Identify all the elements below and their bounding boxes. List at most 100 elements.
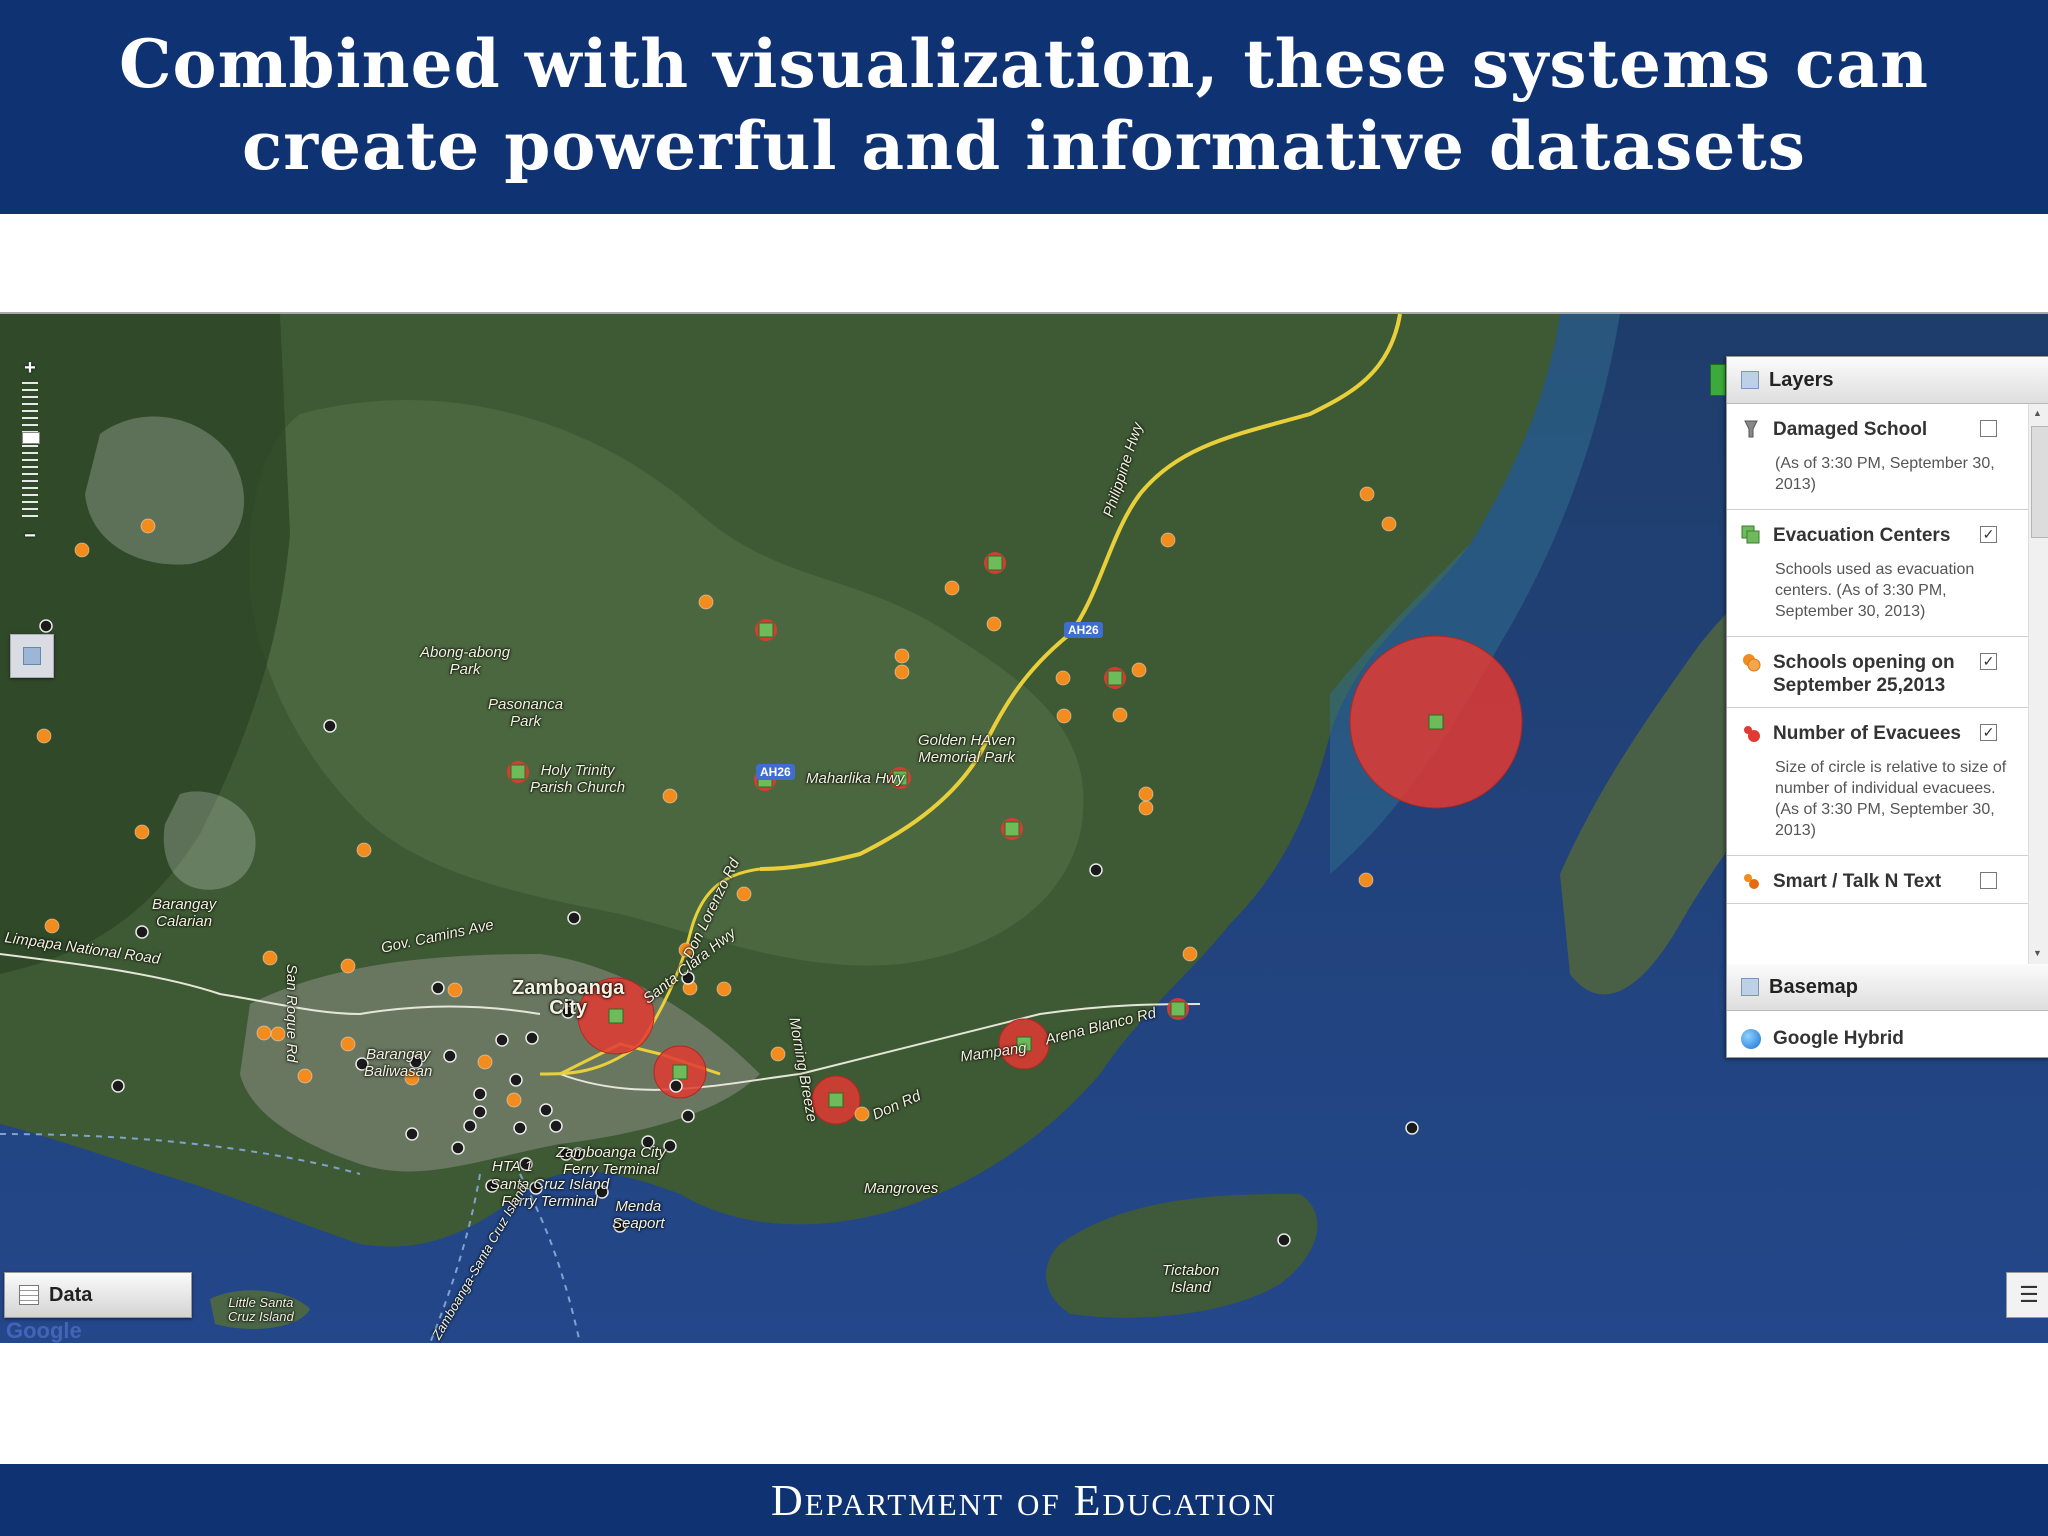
tower-marker[interactable] [1089, 863, 1103, 877]
layer-checkbox[interactable]: ✓ [1980, 724, 1997, 741]
tower-marker[interactable] [463, 1119, 477, 1133]
layer-checkbox[interactable]: ✓ [1980, 526, 1997, 543]
layer-schools-opening[interactable]: Schools opening on September 25,2013 ✓ [1727, 637, 2048, 708]
evacuation-center-marker[interactable] [672, 1064, 688, 1080]
school-opening-marker[interactable] [297, 1068, 313, 1084]
tower-marker[interactable] [669, 1079, 683, 1093]
scroll-up-arrow-icon[interactable]: ▲ [2033, 408, 2042, 418]
school-opening-marker[interactable] [736, 886, 752, 902]
evacuation-center-marker[interactable] [987, 555, 1003, 571]
tower-marker[interactable] [443, 1049, 457, 1063]
school-opening-marker[interactable] [140, 518, 156, 534]
tower-marker[interactable] [431, 981, 445, 995]
layer-toggle-button[interactable] [10, 634, 54, 678]
school-opening-marker[interactable] [356, 842, 372, 858]
tower-marker[interactable] [513, 1121, 527, 1135]
tower-marker[interactable] [39, 619, 53, 633]
tower-marker[interactable] [509, 1073, 523, 1087]
tower-marker[interactable] [549, 1119, 563, 1133]
map-viewer[interactable]: Abong-abong Park Pasonanca Park Holy Tri… [0, 312, 2048, 1343]
tower-marker[interactable] [495, 1033, 509, 1047]
panel-collapse-tab[interactable] [1710, 364, 1726, 396]
school-opening-marker[interactable] [854, 1106, 870, 1122]
layer-smart-talk-n-text[interactable]: Smart / Talk N Text [1727, 856, 2048, 904]
school-opening-marker[interactable] [1381, 516, 1397, 532]
red-dot-icon [1741, 723, 1761, 743]
data-button[interactable]: Data [4, 1272, 192, 1318]
school-opening-marker[interactable] [944, 580, 960, 596]
legend-button[interactable]: ☰ [2006, 1272, 2048, 1318]
school-opening-marker[interactable] [340, 1036, 356, 1052]
basemap-header[interactable]: Basemap [1727, 964, 2048, 1011]
school-opening-marker[interactable] [894, 664, 910, 680]
layer-checkbox[interactable]: ✓ [1980, 653, 1997, 670]
green-square-icon [1741, 525, 1761, 545]
tower-marker[interactable] [405, 1127, 419, 1141]
school-opening-marker[interactable] [44, 918, 60, 934]
evacuation-center-marker[interactable] [1004, 821, 1020, 837]
school-opening-marker[interactable] [1131, 662, 1147, 678]
layer-list-scrollbar[interactable]: ▲ ▼ [2028, 404, 2048, 964]
school-opening-marker[interactable] [506, 1092, 522, 1108]
tower-marker[interactable] [539, 1103, 553, 1117]
school-opening-marker[interactable] [1055, 670, 1071, 686]
tower-marker[interactable] [473, 1105, 487, 1119]
tower-marker[interactable] [525, 1031, 539, 1045]
layers-header[interactable]: Layers [1727, 357, 2048, 404]
school-opening-marker[interactable] [1138, 786, 1154, 802]
school-opening-marker[interactable] [770, 1046, 786, 1062]
tower-marker[interactable] [111, 1079, 125, 1093]
tower-marker[interactable] [567, 911, 581, 925]
evacuation-center-marker[interactable] [828, 1092, 844, 1108]
layer-damaged-school[interactable]: Damaged School (As of 3:30 PM, September… [1727, 404, 2048, 510]
zoom-control[interactable]: + − [20, 358, 40, 548]
school-opening-marker[interactable] [447, 982, 463, 998]
basemap-option[interactable]: Google Hybrid [1727, 1011, 2048, 1067]
school-opening-marker[interactable] [134, 824, 150, 840]
zoom-in-button[interactable]: + [20, 358, 40, 378]
school-opening-marker[interactable] [698, 594, 714, 610]
tower-marker[interactable] [323, 719, 337, 733]
zoom-slider-track[interactable] [22, 382, 38, 522]
school-opening-marker[interactable] [1112, 707, 1128, 723]
layers-panel[interactable]: Layers Damaged School (As of 3:30 PM, Se… [1726, 356, 2048, 1058]
school-opening-marker[interactable] [894, 648, 910, 664]
scrollbar-thumb[interactable] [2031, 426, 2048, 538]
school-opening-marker[interactable] [662, 788, 678, 804]
tower-marker[interactable] [473, 1087, 487, 1101]
school-opening-marker[interactable] [262, 950, 278, 966]
evacuation-center-marker[interactable] [510, 764, 526, 780]
evacuation-center-marker[interactable] [1107, 670, 1123, 686]
school-opening-marker[interactable] [1138, 800, 1154, 816]
evacuation-center-marker[interactable] [1170, 1001, 1186, 1017]
school-opening-marker[interactable] [1056, 708, 1072, 724]
school-opening-marker[interactable] [256, 1025, 272, 1041]
school-opening-marker[interactable] [1359, 486, 1375, 502]
tower-marker[interactable] [681, 1109, 695, 1123]
school-opening-marker[interactable] [1358, 872, 1374, 888]
school-opening-marker[interactable] [1160, 532, 1176, 548]
tower-marker[interactable] [1277, 1233, 1291, 1247]
zoom-out-button[interactable]: − [20, 526, 40, 546]
school-opening-marker[interactable] [716, 981, 732, 997]
school-opening-marker[interactable] [74, 542, 90, 558]
zoom-slider-thumb[interactable] [22, 432, 40, 444]
school-opening-marker[interactable] [340, 958, 356, 974]
label-zamboanga-city-ferry: Zamboanga City Ferry Terminal [556, 1144, 667, 1178]
school-opening-marker[interactable] [477, 1054, 493, 1070]
scroll-down-arrow-icon[interactable]: ▼ [2033, 948, 2042, 958]
school-opening-marker[interactable] [36, 728, 52, 744]
layers-icon [23, 647, 41, 665]
tower-marker[interactable] [451, 1141, 465, 1155]
layer-number-of-evacuees[interactable]: Number of Evacuees ✓ Size of circle is r… [1727, 708, 2048, 856]
evacuation-center-marker[interactable] [758, 622, 774, 638]
school-opening-marker[interactable] [986, 616, 1002, 632]
layer-evacuation-centers[interactable]: Evacuation Centers ✓ Schools used as eva… [1727, 510, 2048, 637]
layer-checkbox[interactable] [1980, 872, 1997, 889]
tower-marker[interactable] [135, 925, 149, 939]
evacuation-center-marker[interactable] [1428, 714, 1444, 730]
school-opening-marker[interactable] [1182, 946, 1198, 962]
layer-checkbox[interactable] [1980, 420, 1997, 437]
tower-marker[interactable] [1405, 1121, 1419, 1135]
layer-list[interactable]: Damaged School (As of 3:30 PM, September… [1727, 404, 2048, 964]
